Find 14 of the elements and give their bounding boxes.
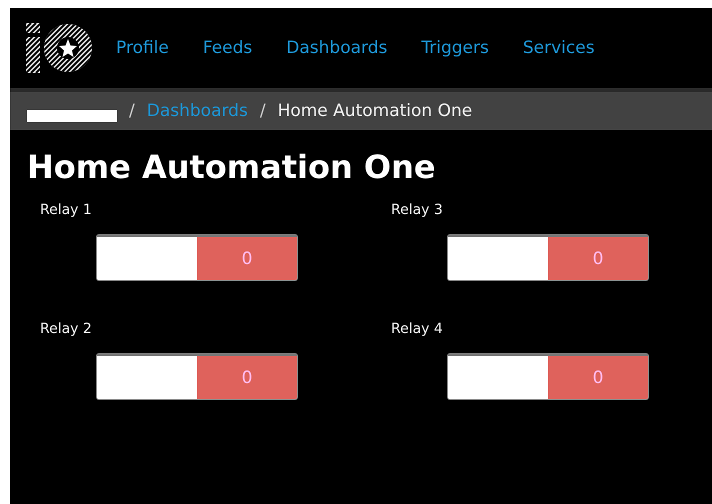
nav-link[interactable]: Profile — [116, 38, 169, 58]
breadcrumb-current: Home Automation One — [278, 101, 472, 121]
block-label: Relay 2 — [40, 321, 93, 337]
breadcrumb-separator: / — [260, 101, 266, 121]
block-label: Relay 3 — [391, 202, 444, 218]
logo-icon[interactable] — [26, 23, 92, 73]
breadcrumb-separator: / — [129, 101, 135, 121]
block-label: Relay 4 — [391, 321, 444, 337]
nav-link[interactable]: Feeds — [202, 38, 252, 58]
nav-link[interactable]: Services — [522, 38, 595, 58]
block-label: Relay 1 — [40, 202, 93, 218]
page-title: Home Automation One — [27, 148, 437, 186]
nav-link[interactable]: Triggers — [421, 38, 489, 58]
nav-link[interactable]: Dashboards — [286, 38, 388, 58]
